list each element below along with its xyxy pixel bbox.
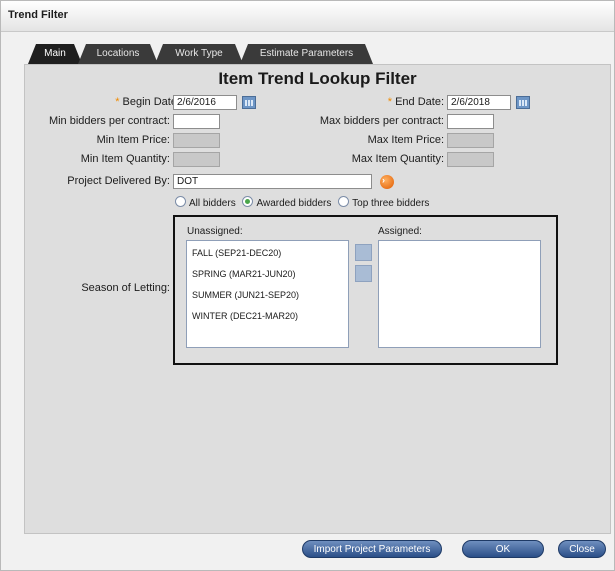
project-delivered-by-field[interactable] (173, 174, 372, 189)
list-item[interactable]: SPRING (MAR21-JUN20) (192, 269, 296, 279)
list-item[interactable]: FALL (SEP21-DEC20) (192, 248, 281, 258)
season-selector: Unassigned: FALL (SEP21-DEC20) SPRING (M… (173, 215, 558, 365)
tab-estimate-parameters[interactable]: Estimate Parameters (240, 44, 373, 64)
awarded-bidders-radio[interactable] (242, 196, 254, 207)
min-bidders-label: Min bidders per contract: (48, 115, 170, 127)
max-item-quantity-field[interactable] (447, 152, 494, 167)
title-bar: Trend Filter (1, 1, 614, 32)
all-bidders-radio[interactable] (175, 196, 186, 207)
import-project-parameters-button[interactable]: Import Project Parameters (302, 540, 442, 558)
max-item-quantity-label: Max Item Quantity: (351, 153, 444, 165)
list-item[interactable]: SUMMER (JUN21-SEP20) (192, 290, 299, 300)
list-item[interactable]: WINTER (DEC21-MAR20) (192, 311, 298, 321)
min-item-price-label: Min Item Price: (96, 134, 170, 146)
end-date-label-text: End Date: (395, 96, 444, 108)
trend-filter-window: Trend Filter Main Locations Work Type Es… (0, 0, 615, 571)
season-of-letting-label: Season of Letting: (81, 282, 170, 294)
assigned-label: Assigned: (378, 226, 422, 237)
bidders-radio-group: All bidders Awarded bidders Top three bi… (175, 196, 433, 209)
calendar-icon[interactable] (516, 96, 530, 109)
page-title: Item Trend Lookup Filter (218, 69, 417, 88)
min-item-quantity-label: Min Item Quantity: (80, 153, 170, 165)
tab-main[interactable]: Main (28, 44, 82, 64)
assigned-list[interactable] (378, 240, 541, 348)
begin-date-field[interactable] (173, 95, 237, 110)
min-item-quantity-field[interactable] (173, 152, 220, 167)
tab-work-type[interactable]: Work Type (155, 44, 243, 64)
max-item-price-field[interactable] (447, 133, 494, 148)
unassigned-list[interactable]: FALL (SEP21-DEC20) SPRING (MAR21-JUN20) … (186, 240, 349, 348)
main-panel: Item Trend Lookup Filter *Begin Date: *E… (24, 64, 611, 534)
top-three-bidders-label: Top three bidders (352, 198, 430, 209)
all-bidders-option[interactable]: All bidders (175, 196, 236, 209)
required-marker: * (387, 96, 393, 108)
window-title: Trend Filter (8, 9, 68, 21)
move-left-button[interactable] (355, 265, 372, 282)
awarded-bidders-option[interactable]: Awarded bidders (242, 196, 332, 209)
close-button[interactable]: Close (558, 540, 606, 558)
max-item-price-label: Max Item Price: (367, 134, 444, 146)
end-date-label: * End Date: (388, 96, 444, 108)
awarded-bidders-label: Awarded bidders (256, 198, 332, 209)
min-bidders-field[interactable] (173, 114, 220, 129)
max-bidders-label: Max bidders per contract: (319, 115, 444, 127)
top-three-bidders-radio[interactable] (338, 196, 350, 207)
begin-date-label: * Begin Date: (115, 96, 180, 108)
top-three-bidders-option[interactable]: Top three bidders (338, 196, 430, 209)
all-bidders-label: All bidders (189, 198, 236, 209)
tab-locations[interactable]: Locations (78, 44, 158, 64)
move-right-button[interactable] (355, 244, 372, 261)
end-date-field[interactable] (447, 95, 511, 110)
required-marker: * (115, 96, 120, 108)
begin-date-label-text: Begin Date: (122, 96, 180, 108)
min-item-price-field[interactable] (173, 133, 220, 148)
max-bidders-field[interactable] (447, 114, 494, 129)
ok-button[interactable]: OK (462, 540, 544, 558)
go-arrow-icon[interactable]: › (380, 175, 394, 189)
unassigned-label: Unassigned: (187, 226, 243, 237)
project-delivered-by-label: Project Delivered By: (67, 175, 170, 187)
calendar-icon[interactable] (242, 96, 256, 109)
